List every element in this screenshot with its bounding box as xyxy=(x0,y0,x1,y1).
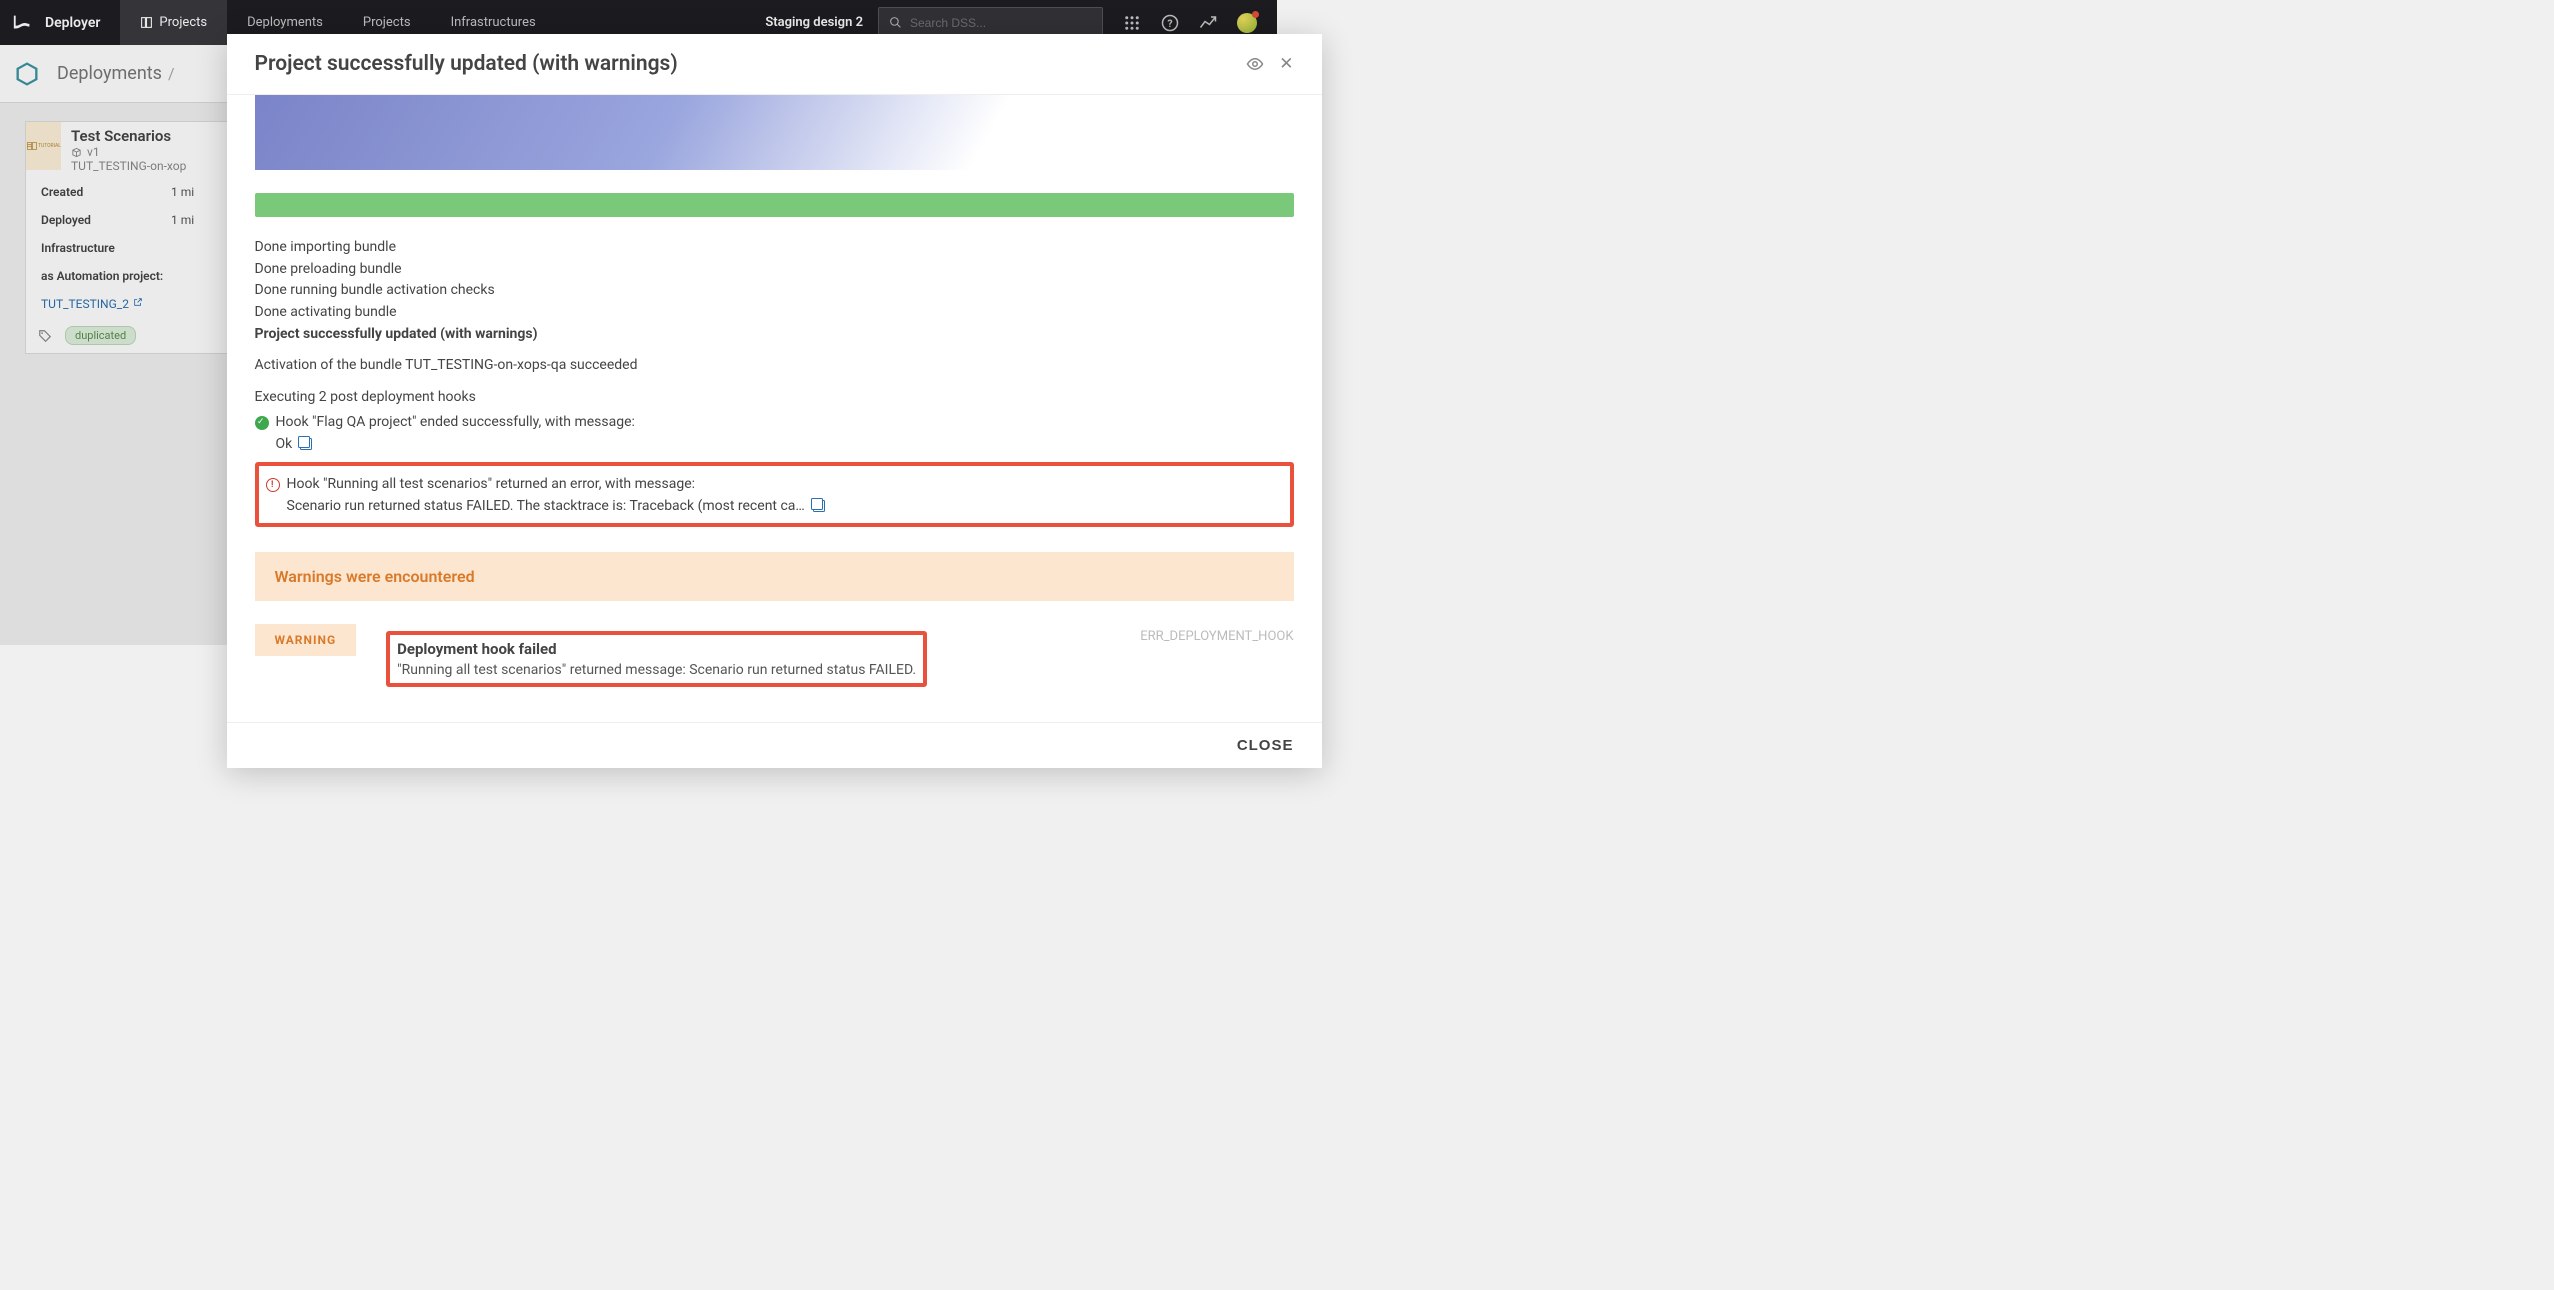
warning-highlight-box: Deployment hook failed "Running all test… xyxy=(386,631,927,687)
error-icon xyxy=(266,478,280,492)
copy-icon[interactable] xyxy=(300,438,312,450)
error-highlight-box: Hook "Running all test scenarios" return… xyxy=(255,462,1294,526)
progress-bar xyxy=(255,193,1294,217)
error-code: ERR_DEPLOYMENT_HOOK xyxy=(1140,624,1293,644)
copy-icon[interactable] xyxy=(813,500,825,512)
modal-title: Project successfully updated (with warni… xyxy=(255,52,1232,76)
log-output: Done importing bundle Done preloading bu… xyxy=(255,237,1294,527)
hook-error-row: Hook "Running all test scenarios" return… xyxy=(266,474,1283,517)
preview-icon[interactable] xyxy=(1246,55,1264,73)
update-result-modal: Project successfully updated (with warni… xyxy=(227,34,1322,768)
warning-title: Deployment hook failed xyxy=(397,640,916,658)
hero-image xyxy=(255,95,1294,170)
modal-close-icon[interactable]: ✕ xyxy=(1279,54,1293,74)
success-icon xyxy=(255,416,269,430)
warning-pill: WARNING xyxy=(255,624,357,656)
close-button[interactable]: CLOSE xyxy=(1237,737,1294,754)
hook-success-row: Hook "Flag QA project" ended successfull… xyxy=(255,412,1294,455)
warning-desc: "Running all test scenarios" returned me… xyxy=(397,662,916,678)
warnings-banner: Warnings were encountered xyxy=(255,552,1294,601)
